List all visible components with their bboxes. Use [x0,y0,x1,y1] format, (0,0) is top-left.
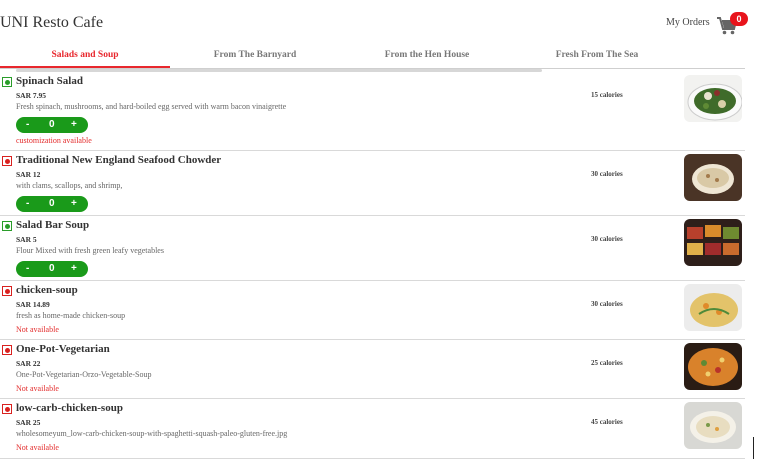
my-orders-link[interactable]: My Orders [666,17,710,28]
item-description: One-Pot-Vegetarian-Orzo-Vegetable-Soup [16,370,152,379]
item-description: Fresh spinach, mushrooms, and hard-boile… [16,102,287,111]
item-description: wholesomeyum_low-carb-chicken-soup-with-… [16,429,288,438]
availability-status: Not available [16,325,59,334]
increase-button[interactable]: + [71,119,77,130]
menu-item: One-Pot-Vegetarian SAR 22 One-Pot-Vegeta… [0,340,745,399]
item-name: One-Pot-Vegetarian [16,343,110,355]
active-tab-indicator [0,66,170,68]
item-name: low-carb-chicken-soup [16,402,123,414]
item-calories: 30 calories [591,170,623,178]
nonveg-indicator-icon [2,345,12,355]
item-calories: 30 calories [591,300,623,308]
cart-count-badge: 0 [730,12,748,26]
category-tabs: Salads and Soup From The Barnyard From t… [0,46,745,69]
quantity-value: 0 [49,198,55,209]
menu-item: chicken-soup SAR 14.89 fresh as home-mad… [0,281,745,340]
increase-button[interactable]: + [71,263,77,274]
item-price: SAR 14.89 [16,300,50,309]
veg-indicator-icon [2,77,12,87]
item-description: with clams, scallops, and shrimp, [16,181,123,190]
item-name: chicken-soup [16,284,78,296]
horizontal-scrollbar[interactable] [16,69,542,72]
item-name: Spinach Salad [16,75,83,87]
decrease-button[interactable]: - [26,198,29,209]
item-image[interactable] [684,284,742,331]
item-name: Traditional New England Seafood Chowder [16,154,222,166]
text-cursor [753,437,754,459]
item-price: SAR 22 [16,359,41,368]
item-calories: 25 calories [591,359,623,367]
quantity-value: 0 [49,119,55,130]
quantity-stepper: - 0 + [16,261,88,277]
cart-button[interactable]: 0 [716,12,748,36]
app-header: UNI Resto Cafe My Orders 0 [0,0,758,46]
nonveg-indicator-icon [2,286,12,296]
item-image[interactable] [684,219,742,266]
app-title: UNI Resto Cafe [0,14,104,31]
item-price: SAR 25 [16,418,41,427]
availability-status: Not available [16,443,59,452]
availability-status: Not available [16,384,59,393]
item-name: Salad Bar Soup [16,219,90,231]
item-calories: 45 calories [591,418,623,426]
decrease-button[interactable]: - [26,263,29,274]
increase-button[interactable]: + [71,198,77,209]
tab-from-the-barnyard[interactable]: From The Barnyard [170,50,340,60]
item-price: SAR 7.95 [16,91,47,100]
customization-note: customization available [16,136,92,145]
quantity-stepper: - 0 + [16,196,88,212]
item-calories: 30 calories [591,235,623,243]
item-description: Flour Mixed with fresh green leafy veget… [16,246,164,255]
item-image[interactable] [684,75,742,122]
item-image[interactable] [684,402,742,449]
item-image[interactable] [684,154,742,201]
decrease-button[interactable]: - [26,119,29,130]
veg-indicator-icon [2,221,12,231]
menu-item: Spinach Salad SAR 7.95 Fresh spinach, mu… [0,73,745,151]
nonveg-indicator-icon [2,404,12,414]
tab-salads-and-soup[interactable]: Salads and Soup [0,50,170,60]
item-image[interactable] [684,343,742,390]
menu-item: Salad Bar Soup SAR 5 Flour Mixed with fr… [0,216,745,281]
tab-from-the-hen-house[interactable]: From the Hen House [342,50,512,60]
menu-item: Traditional New England Seafood Chowder … [0,151,745,216]
nonveg-indicator-icon [2,156,12,166]
item-price: SAR 12 [16,170,41,179]
menu-item: low-carb-chicken-soup SAR 25 wholesomeyu… [0,399,745,459]
item-calories: 15 calories [591,91,623,99]
quantity-stepper: - 0 + [16,117,88,133]
quantity-value: 0 [49,263,55,274]
item-description: fresh as home-made chicken-soup [16,311,126,320]
item-price: SAR 5 [16,235,37,244]
tab-fresh-from-the-sea[interactable]: Fresh From The Sea [512,50,682,60]
